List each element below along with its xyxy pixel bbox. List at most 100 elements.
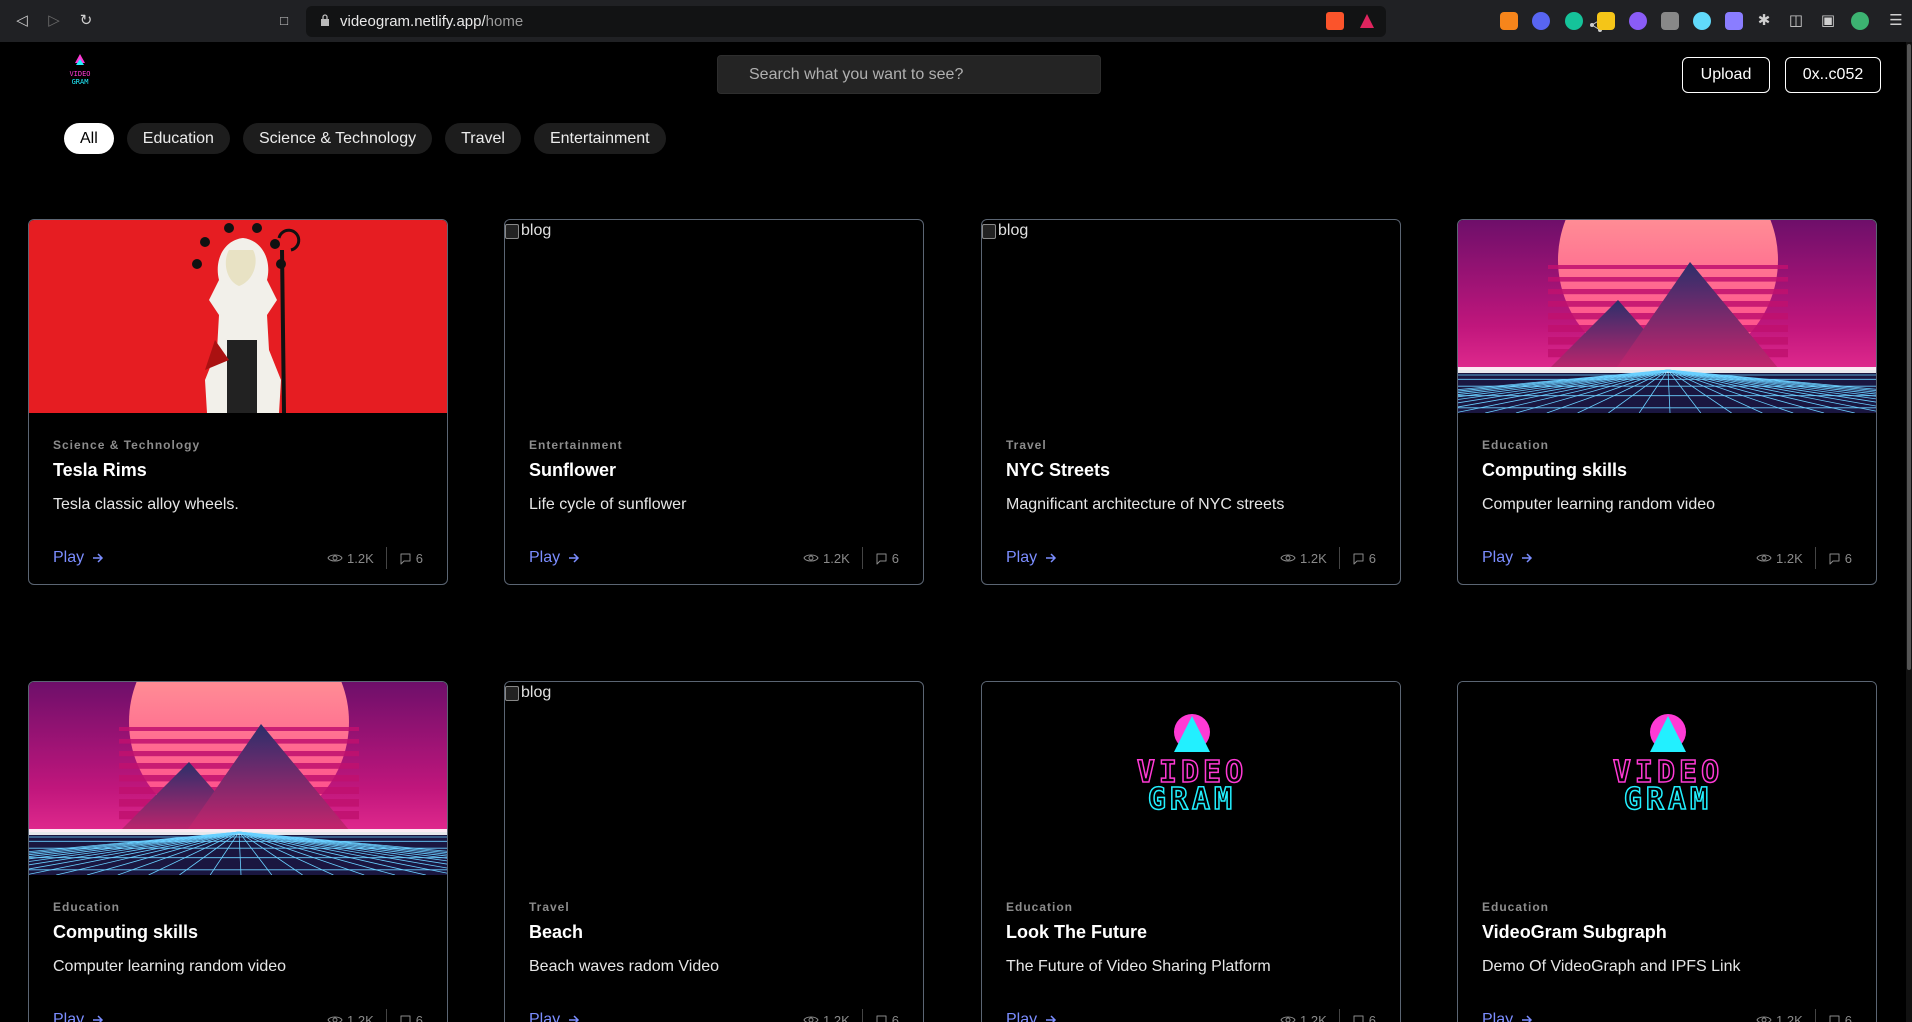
card-category: Education	[1006, 900, 1074, 914]
chip-science-technology[interactable]: Science & Technology	[242, 123, 433, 154]
comments-count: 6	[1368, 550, 1376, 566]
views-stat: 1.2K	[1280, 1013, 1327, 1022]
extension-icon[interactable]	[1629, 12, 1647, 30]
metamask-icon[interactable]	[1500, 12, 1518, 30]
extension-icon[interactable]	[1661, 12, 1679, 30]
video-thumbnail[interactable]	[29, 682, 447, 875]
play-link[interactable]: Play	[1006, 1011, 1057, 1022]
video-thumbnail[interactable]: VIDEO GRAM	[1458, 682, 1876, 875]
comments-count: 6	[1844, 1012, 1852, 1022]
wallet-button[interactable]: 0x..c052	[1785, 57, 1881, 93]
react-devtools-icon[interactable]	[1693, 12, 1711, 30]
video-card[interactable]: blog Entertainment Sunflower Life cycle …	[504, 219, 924, 585]
card-title: Tesla Rims	[53, 460, 147, 480]
brave-shield-icon[interactable]	[1326, 12, 1344, 30]
card-category: Education	[1482, 900, 1550, 914]
wallet-icon[interactable]: ▣	[1818, 11, 1838, 31]
play-label: Play	[529, 1011, 561, 1022]
video-thumbnail[interactable]: blog	[505, 682, 923, 875]
chip-education[interactable]: Education	[126, 123, 230, 154]
play-link[interactable]: Play	[529, 1011, 580, 1022]
comments-count: 6	[891, 550, 899, 566]
chip-entertainment[interactable]: Entertainment	[533, 123, 666, 154]
card-meta: Education Computing skills Computer lear…	[53, 900, 423, 976]
play-link[interactable]: Play	[1482, 549, 1533, 567]
play-label: Play	[1482, 549, 1514, 566]
video-card[interactable]: blog Travel NYC Streets Magnificant arch…	[981, 219, 1401, 585]
video-card[interactable]: VIDEO GRAM Education VideoGram Subgraph …	[1457, 681, 1877, 1022]
video-thumbnail[interactable]	[29, 220, 447, 413]
brave-rewards-icon[interactable]	[1358, 12, 1376, 30]
upload-button[interactable]: Upload	[1682, 57, 1770, 93]
comments-count: 6	[891, 1012, 899, 1022]
card-title: Beach	[529, 922, 584, 942]
comment-icon	[400, 1015, 411, 1022]
views-stat: 1.2K	[1756, 1013, 1803, 1022]
chip-all[interactable]: All	[64, 123, 114, 154]
stat-divider	[385, 1009, 387, 1022]
back-icon[interactable]: ◁	[12, 11, 32, 31]
scrollbar-thumb[interactable]	[1907, 44, 1911, 670]
videogram-logo[interactable]: VIDEO GRAM	[58, 52, 102, 88]
puzzle-icon[interactable]: ✱	[1754, 11, 1774, 31]
url-host: videogram.netlify.app/	[340, 13, 486, 30]
grammarly-icon[interactable]	[1565, 12, 1583, 30]
anime-thumbnail	[29, 220, 447, 413]
card-footer: Play 1.2K 6	[529, 1009, 899, 1022]
comments-stat: 6	[1352, 551, 1376, 566]
video-thumbnail[interactable]	[1458, 220, 1876, 413]
bookmark-icon[interactable]: □	[274, 11, 294, 31]
extension-icon[interactable]	[1597, 12, 1615, 30]
extension-icon[interactable]	[1725, 12, 1743, 30]
eye-icon	[1280, 1016, 1296, 1022]
broken-image: blog	[505, 684, 551, 702]
chip-travel[interactable]: Travel	[445, 123, 521, 154]
address-bar[interactable]: videogram.netlify.app/home	[306, 6, 1602, 37]
lock-icon	[321, 14, 329, 26]
comments-stat: 6	[399, 1013, 423, 1022]
comment-icon	[1829, 1015, 1840, 1022]
url-text: videogram.netlify.app/home	[340, 13, 523, 30]
forward-icon[interactable]: ▷	[44, 11, 64, 31]
card-category: Travel	[1006, 438, 1047, 452]
comments-stat: 6	[1828, 551, 1852, 566]
video-card[interactable]: blog Travel Beach Beach waves radom Vide…	[504, 681, 924, 1022]
comment-icon	[1353, 1015, 1364, 1022]
video-card[interactable]: VIDEO GRAM Education Look The Future The…	[981, 681, 1401, 1022]
video-thumbnail[interactable]: VIDEO GRAM	[982, 682, 1400, 875]
card-footer: Play 1.2K 6	[1006, 547, 1376, 569]
views-count: 1.2K	[823, 550, 850, 566]
eye-icon	[1280, 554, 1296, 562]
sidebar-icon[interactable]: ◫	[1786, 11, 1806, 31]
reload-icon[interactable]: ↻	[76, 11, 96, 31]
card-stats: 1.2K 6	[1280, 1009, 1376, 1022]
video-thumbnail[interactable]: blog	[982, 220, 1400, 413]
video-thumbnail[interactable]: blog	[505, 220, 923, 413]
comments-stat: 6	[875, 551, 899, 566]
avatar[interactable]	[1851, 12, 1869, 30]
broken-image-icon	[982, 223, 996, 239]
card-title: Look The Future	[1006, 922, 1147, 942]
views-stat: 1.2K	[327, 551, 374, 566]
menu-icon[interactable]: ☰	[1886, 11, 1906, 31]
synthwave-thumbnail	[1458, 220, 1876, 413]
views-count: 1.2K	[1776, 1012, 1803, 1022]
extension-icon[interactable]	[1532, 12, 1550, 30]
video-card[interactable]: Science & Technology Tesla Rims Tesla cl…	[28, 219, 448, 585]
play-link[interactable]: Play	[53, 1011, 104, 1022]
card-category: Science & Technology	[53, 438, 201, 452]
play-label: Play	[53, 549, 85, 566]
card-meta: Science & Technology Tesla Rims Tesla cl…	[53, 438, 423, 514]
video-card[interactable]: Education Computing skills Computer lear…	[1457, 219, 1877, 585]
arrow-right-icon	[1046, 553, 1057, 563]
logo-text-gram: GRAM	[1148, 782, 1236, 817]
play-link[interactable]: Play	[1482, 1011, 1533, 1022]
comment-icon	[1829, 553, 1840, 564]
arrow-right-icon	[569, 1015, 580, 1022]
card-description: Tesla classic alloy wheels.	[53, 496, 239, 513]
search-input[interactable]	[717, 55, 1101, 94]
play-link[interactable]: Play	[529, 549, 580, 567]
video-card[interactable]: Education Computing skills Computer lear…	[28, 681, 448, 1022]
play-link[interactable]: Play	[53, 549, 104, 567]
play-link[interactable]: Play	[1006, 549, 1057, 567]
